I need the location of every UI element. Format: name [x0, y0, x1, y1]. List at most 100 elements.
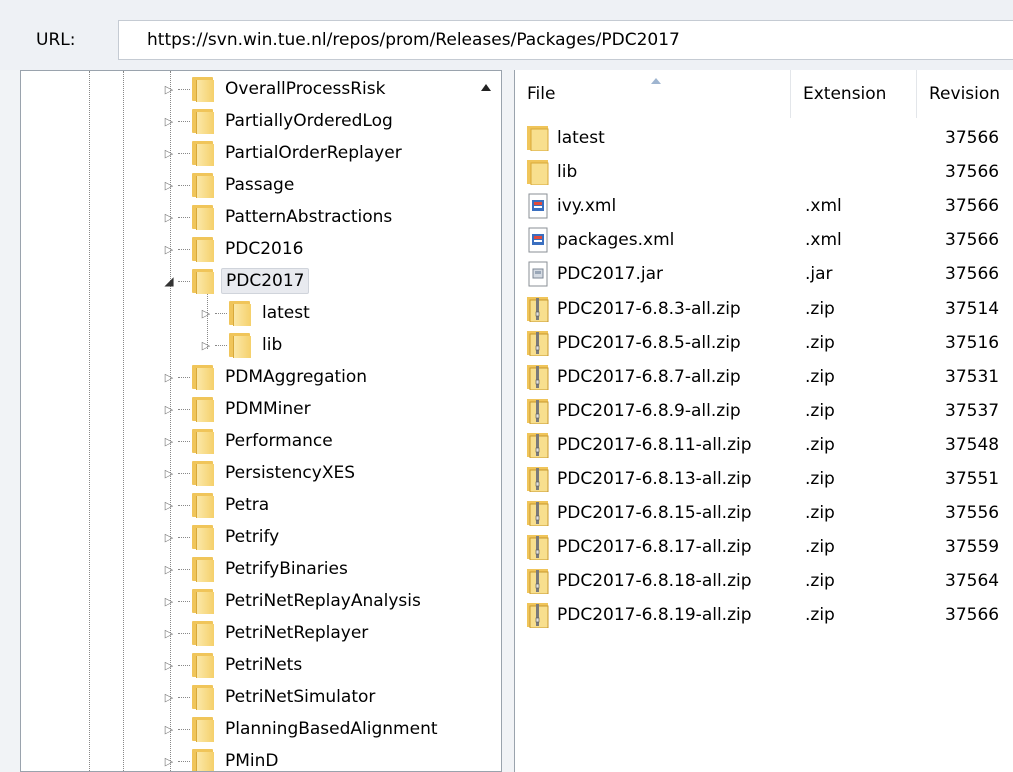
tree-item-label: PetriNetSimulator: [225, 687, 376, 707]
tree-item[interactable]: ▷ PartialOrderReplayer: [162, 137, 406, 169]
tree-item[interactable]: ▷ PlanningBasedAlignment: [162, 713, 442, 745]
tree-item[interactable]: ◢ PDC2017: [162, 265, 310, 297]
collapsed-arrow-icon[interactable]: ▷: [162, 594, 176, 608]
file-revision: 37551: [945, 469, 1000, 489]
folder-icon: [192, 76, 214, 102]
tree-item[interactable]: ▷ PartiallyOrderedLog: [162, 105, 397, 137]
collapsed-arrow-icon[interactable]: ▷: [162, 658, 176, 672]
folder-icon: [192, 684, 214, 710]
collapsed-arrow-icon[interactable]: ▷: [162, 402, 176, 416]
file-row[interactable]: PDC2017-6.8.11-all.zip .zip 37548: [515, 429, 1013, 463]
collapsed-arrow-icon[interactable]: ▷: [162, 626, 176, 640]
file-list[interactable]: File Extension Revision latest 37566 lib 37…: [514, 70, 1013, 772]
file-row[interactable]: PDC2017-6.8.13-all.zip .zip 37551: [515, 463, 1013, 497]
file-row[interactable]: PDC2017-6.8.5-all.zip .zip 37516: [515, 327, 1013, 361]
file-row[interactable]: PDC2017.jar .jar 37566: [515, 258, 1013, 292]
tree-item[interactable]: ▷ PDMMiner: [162, 393, 315, 425]
collapsed-arrow-icon[interactable]: ▷: [162, 82, 176, 96]
tree-item[interactable]: ▷ latest: [199, 297, 314, 329]
file-row[interactable]: PDC2017-6.8.7-all.zip .zip 37531: [515, 361, 1013, 395]
collapsed-arrow-icon[interactable]: ▷: [162, 178, 176, 192]
tree-item[interactable]: ▷ PetrifyBinaries: [162, 553, 352, 585]
repository-tree[interactable]: ▷ OverallProcessRisk ▷ PartiallyOrderedLog ▷…: [20, 70, 502, 772]
file-name: PDC2017.jar: [557, 264, 664, 285]
tree-item[interactable]: ▷ Performance: [162, 425, 337, 457]
collapsed-arrow-icon[interactable]: ▷: [162, 434, 176, 448]
tree-item[interactable]: ▷ PetriNetReplayer: [162, 617, 372, 649]
file-row[interactable]: PDC2017-6.8.17-all.zip .zip 37559: [515, 531, 1013, 565]
file-revision: 37531: [945, 366, 1000, 387]
column-header-extension[interactable]: Extension: [791, 70, 917, 118]
tree-connector: [178, 504, 190, 506]
collapsed-arrow-icon[interactable]: ▷: [199, 306, 213, 320]
tree-item[interactable]: ▷ PetriNetReplayAnalysis: [162, 585, 425, 617]
tree-item-label: PetriNets: [225, 655, 303, 675]
tree-item[interactable]: ▷ PetriNets: [162, 649, 306, 681]
collapsed-arrow-icon[interactable]: ▷: [162, 466, 176, 480]
collapsed-arrow-icon[interactable]: ▷: [162, 210, 176, 224]
file-extension: .zip: [805, 434, 835, 455]
collapsed-arrow-icon[interactable]: ▷: [162, 754, 176, 768]
folder-icon: [192, 428, 214, 454]
column-header-revision[interactable]: Revision: [917, 70, 1013, 118]
file-row[interactable]: PDC2017-6.8.19-all.zip .zip 37566: [515, 599, 1013, 633]
url-text[interactable]: https://svn.win.tue.nl/repos/prom/Releas…: [147, 30, 680, 50]
collapsed-arrow-icon[interactable]: ▷: [162, 242, 176, 256]
tree-item[interactable]: ▷ Passage: [162, 169, 298, 201]
xml-file-icon: [527, 227, 549, 253]
tree-item[interactable]: ▷ OverallProcessRisk: [162, 73, 389, 105]
pane-splitter[interactable]: [502, 70, 514, 772]
file-revision: 37566: [945, 230, 1000, 251]
file-row[interactable]: PDC2017-6.8.18-all.zip .zip 37564: [515, 565, 1013, 599]
folder-icon: [192, 172, 214, 198]
file-row[interactable]: ivy.xml .xml 37566: [515, 190, 1013, 224]
folder-icon: [192, 204, 214, 230]
collapsed-arrow-icon[interactable]: ▷: [162, 562, 176, 576]
tree-item-label: PetrifyBinaries: [225, 559, 348, 579]
folder-icon: [192, 460, 214, 486]
tree-item[interactable]: ▷ PMinD: [162, 745, 283, 771]
tree-item-label: PMinD: [225, 751, 279, 771]
collapsed-arrow-icon[interactable]: ▷: [162, 722, 176, 736]
tree-item[interactable]: ▷ PatternAbstractions: [162, 201, 396, 233]
file-row[interactable]: lib 37566: [515, 156, 1013, 190]
zip-file-icon: [527, 500, 549, 527]
file-row[interactable]: PDC2017-6.8.3-all.zip .zip 37514: [515, 293, 1013, 327]
file-row[interactable]: packages.xml .xml 37566: [515, 224, 1013, 258]
tree-connector: [178, 440, 190, 442]
column-header-file[interactable]: File: [515, 70, 791, 118]
file-revision: 37566: [945, 605, 1000, 626]
collapsed-arrow-icon[interactable]: ▷: [162, 690, 176, 704]
tree-item[interactable]: ▷ PetriNetSimulator: [162, 681, 379, 713]
tree-item-label: Passage: [225, 175, 295, 195]
file-extension: .zip: [805, 469, 835, 489]
scroll-up-icon[interactable]: [481, 83, 491, 91]
tree-item[interactable]: ▷ lib: [199, 329, 286, 361]
file-row[interactable]: PDC2017-6.8.9-all.zip .zip 37537: [515, 395, 1013, 429]
tree-item[interactable]: ▷ PDMAggregation: [162, 361, 371, 393]
url-input[interactable]: https://svn.win.tue.nl/repos/prom/Releas…: [118, 20, 1013, 60]
file-revision: 37566: [945, 128, 1000, 148]
tree-item[interactable]: ▷ PDC2016: [162, 233, 307, 265]
collapsed-arrow-icon[interactable]: ▷: [162, 498, 176, 512]
tree-item[interactable]: ▷ Petra: [162, 489, 273, 521]
zip-file-icon: [527, 432, 549, 459]
collapsed-arrow-icon[interactable]: ▷: [162, 530, 176, 544]
file-name: PDC2017-6.8.9-all.zip: [557, 400, 741, 421]
folder-icon: [192, 364, 214, 390]
expanded-arrow-icon[interactable]: ◢: [162, 274, 176, 288]
zip-file-icon: [527, 398, 549, 425]
file-row[interactable]: latest 37566: [515, 122, 1013, 156]
jar-file-icon: [527, 261, 549, 287]
tree-item-label: PartiallyOrderedLog: [225, 111, 393, 131]
collapsed-arrow-icon[interactable]: ▷: [162, 146, 176, 160]
collapsed-arrow-icon[interactable]: ▷: [162, 114, 176, 128]
collapsed-arrow-icon[interactable]: ▷: [162, 370, 176, 384]
tree-item[interactable]: ▷ PersistencyXES: [162, 457, 359, 489]
tree-item[interactable]: ▷ Petrify: [162, 521, 283, 553]
tree-connector: [178, 216, 190, 218]
folder-icon: [192, 716, 214, 742]
file-row[interactable]: PDC2017-6.8.15-all.zip .zip 37556: [515, 497, 1013, 531]
tree-connector: [215, 344, 227, 346]
collapsed-arrow-icon[interactable]: ▷: [199, 338, 213, 352]
